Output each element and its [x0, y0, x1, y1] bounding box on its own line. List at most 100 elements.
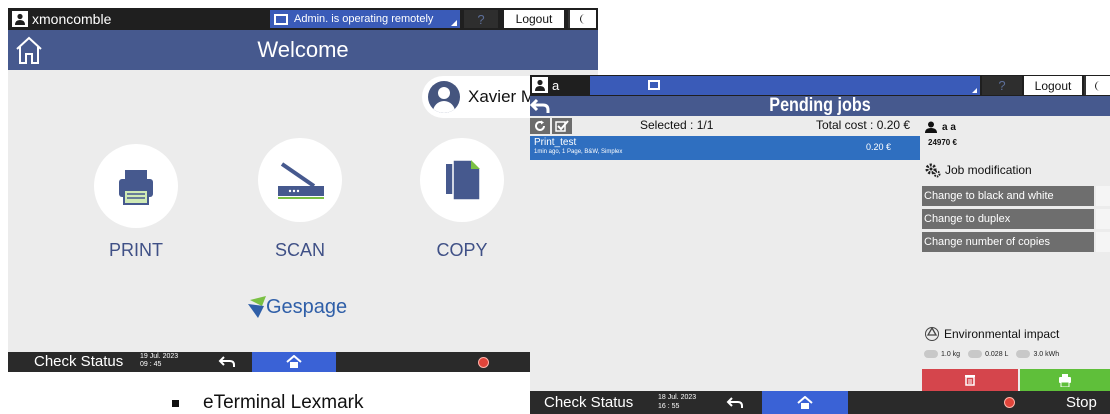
remote-status: Admin. is operating remotely — [270, 10, 460, 28]
copy-icon — [446, 159, 481, 201]
header: Pending jobs — [530, 96, 1110, 116]
date: 19 Jul. 2023 — [140, 353, 179, 360]
co2-value: 1.0 kg — [941, 350, 961, 358]
job-meta: 1min ago, 1 Page, B&W, Simplex — [534, 149, 623, 155]
job-price: 0.20 € — [866, 142, 892, 152]
copy-label: COPY — [436, 240, 488, 260]
home-button[interactable] — [252, 352, 336, 372]
printer-icon — [1059, 373, 1071, 387]
stop-icon[interactable] — [478, 357, 489, 368]
dark-mode-toggle[interactable] — [568, 10, 596, 28]
trash-icon — [965, 375, 975, 386]
scan-tile[interactable] — [258, 138, 342, 222]
job-modification-heading: Job modification — [924, 162, 1032, 178]
remote-monitor-icon — [648, 80, 660, 90]
date: 18 Jul. 2023 — [658, 394, 697, 401]
print-label: PRINT — [109, 240, 163, 260]
resize-icon — [451, 20, 457, 26]
total-cost: Total cost : 0.20 € — [816, 118, 911, 132]
page-title: Pending jobs — [769, 95, 871, 116]
back-icon[interactable] — [530, 98, 550, 114]
energy-icon — [1016, 350, 1031, 358]
job-name: Print_test — [534, 137, 577, 148]
pending-jobs-screen: a ? Logout Pending jobs Selected: 1/1 T… — [530, 75, 1110, 414]
back-icon[interactable] — [218, 355, 236, 369]
brand-name: Gespage — [266, 296, 348, 318]
account-user-name: a a — [942, 121, 956, 133]
caption: eTerminal Lexmark — [172, 392, 364, 414]
account-user: a a — [924, 120, 956, 134]
username: xmoncomble — [32, 11, 112, 27]
home-button[interactable] — [762, 391, 848, 414]
top-bar: a ? Logout — [530, 75, 1110, 96]
water-icon — [968, 350, 983, 358]
profile-name: Xavier M — [468, 87, 536, 106]
gespage-logo: Gespage — [244, 292, 404, 324]
resize-icon — [972, 88, 977, 93]
dark-mode-toggle[interactable] — [1084, 76, 1110, 95]
user-icon — [12, 11, 28, 27]
logout-button[interactable]: Logout — [1024, 76, 1082, 95]
help-button[interactable]: ? — [982, 76, 1022, 95]
stop-icon[interactable] — [1004, 397, 1015, 408]
scanner-icon — [278, 162, 324, 199]
check-status-button[interactable]: Check Status — [544, 391, 633, 414]
check-status-button[interactable]: Check Status — [34, 352, 123, 372]
water-value: 0.028 L — [985, 350, 1009, 358]
delete-job-button[interactable] — [922, 369, 1018, 391]
remote-status — [590, 76, 980, 95]
environmental-values: 1.0 kg 0.028 L 3.0 kWh — [924, 348, 1059, 360]
copy-tile[interactable] — [420, 138, 504, 222]
username: a — [552, 77, 560, 93]
header: Welcome — [8, 30, 598, 70]
copies-button[interactable]: Change number of copies — [922, 232, 1094, 252]
job-row[interactable]: Print_test 1min ago, 1 Page, B&W, Simple… — [530, 136, 920, 160]
home-icon — [797, 395, 813, 409]
remote-status-text: Admin. is operating remotely — [294, 13, 434, 25]
energy-value: 3.0 kWh — [1033, 350, 1060, 358]
bottom-bar: Check Status 18 Jul. 2023 16 : 55 Stop — [530, 391, 1110, 414]
logout-button[interactable]: Logout — [504, 10, 564, 28]
bullet-icon — [172, 399, 179, 407]
bottom-bar: Check Status 19 Jul. 2023 09 : 45 — [8, 352, 598, 372]
page-title: Welcome — [257, 37, 349, 62]
environmental-impact-heading: Environmental impact — [924, 326, 1059, 342]
moon-icon — [1095, 80, 1100, 91]
time: 09 : 45 — [140, 361, 162, 368]
user-indicator: xmoncomble — [12, 11, 111, 27]
job-details-pane: a a 24970 € Job modification Change to b… — [922, 116, 1110, 396]
time: 16 : 55 — [658, 403, 680, 410]
bw-button[interactable]: Change to black and white — [922, 186, 1094, 206]
print-job-button[interactable] — [1020, 369, 1110, 391]
job-modification-label: Job modification — [945, 163, 1032, 177]
user-indicator: a — [532, 77, 559, 93]
environmental-impact-label: Environmental impact — [944, 327, 1060, 341]
refresh-button[interactable] — [530, 118, 550, 134]
print-tile[interactable] — [94, 144, 178, 228]
help-button[interactable]: ? — [464, 10, 498, 28]
datetime: 18 Jul. 2023 16 : 55 — [658, 393, 696, 411]
selected-count: Selected : 1/1 — [640, 118, 714, 132]
co2-icon — [924, 350, 938, 358]
welcome-screen: xmoncomble Admin. is operating remotely … — [8, 8, 598, 372]
home-icon — [286, 355, 302, 368]
recycle-icon — [925, 326, 939, 341]
gears-icon — [925, 163, 941, 178]
datetime: 19 Jul. 2023 09 : 45 — [140, 353, 178, 369]
caption-text: eTerminal Lexmark — [203, 392, 364, 413]
account-balance: 24970 € — [928, 138, 957, 147]
user-icon — [532, 77, 548, 93]
scan-label: SCAN — [274, 240, 325, 260]
back-icon[interactable] — [726, 396, 744, 410]
duplex-thumb-icon — [1096, 209, 1110, 229]
canvas: xmoncomble Admin. is operating remotely … — [0, 0, 1110, 414]
select-all-button[interactable] — [552, 118, 572, 134]
remote-monitor-icon — [274, 13, 288, 25]
copies-thumb-icon — [1096, 232, 1110, 252]
avatar-icon — [428, 81, 460, 113]
printer-icon — [119, 170, 153, 205]
top-bar: xmoncomble Admin. is operating remotely … — [8, 8, 598, 30]
stop-button[interactable]: Stop — [1066, 391, 1097, 414]
duplex-button[interactable]: Change to duplex — [922, 209, 1094, 229]
moon-icon — [580, 14, 585, 24]
